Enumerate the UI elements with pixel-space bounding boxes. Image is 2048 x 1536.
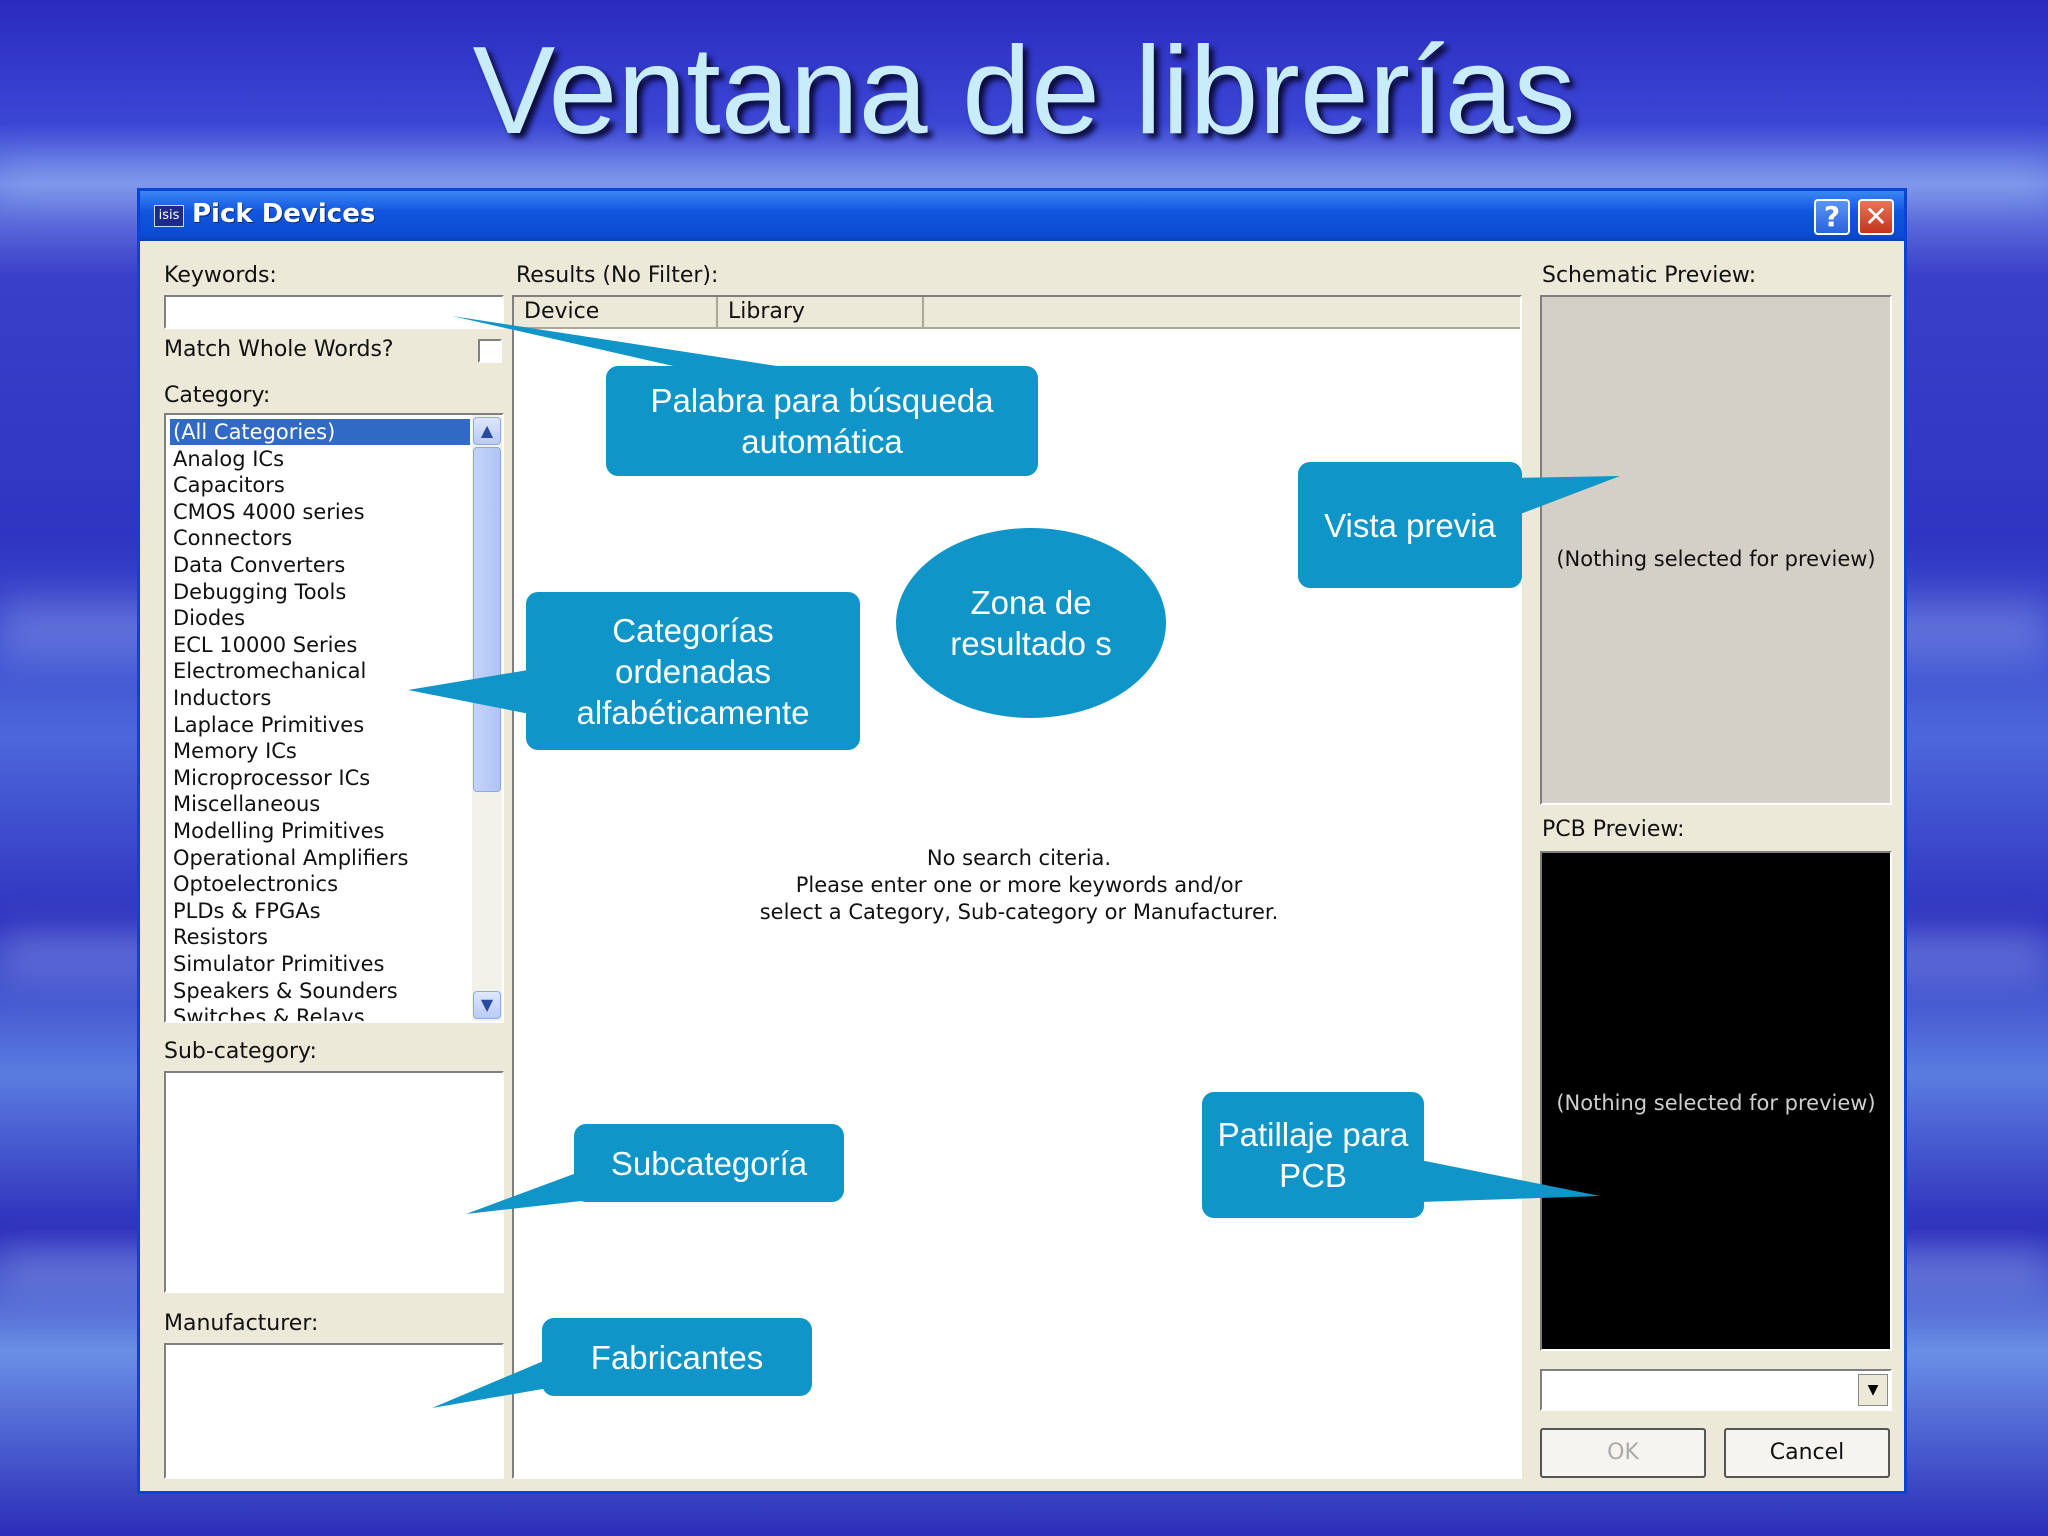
pcb-callout-pointer bbox=[1420, 1160, 1600, 1202]
callout-preview: Vista previa bbox=[1298, 462, 1522, 588]
keyword-callout-pointer bbox=[452, 316, 790, 372]
callout-subcategory: Subcategoría bbox=[574, 1124, 844, 1202]
callout-pcb: Patillaje para PCB bbox=[1202, 1092, 1424, 1218]
subcategory-callout-pointer bbox=[466, 1168, 590, 1214]
manufacturers-callout-pointer bbox=[432, 1354, 560, 1408]
preview-callout-pointer bbox=[1510, 476, 1620, 518]
callout-categories: Categorías ordenadas alfabéticamente bbox=[526, 592, 860, 750]
callout-pointers bbox=[408, 316, 1620, 1408]
callout-manufacturers: Fabricantes bbox=[542, 1318, 812, 1396]
callout-keyword: Palabra para búsqueda automática bbox=[606, 366, 1038, 476]
callout-results-zone: Zona de resultado s bbox=[896, 528, 1166, 718]
categories-callout-pointer bbox=[408, 668, 540, 716]
